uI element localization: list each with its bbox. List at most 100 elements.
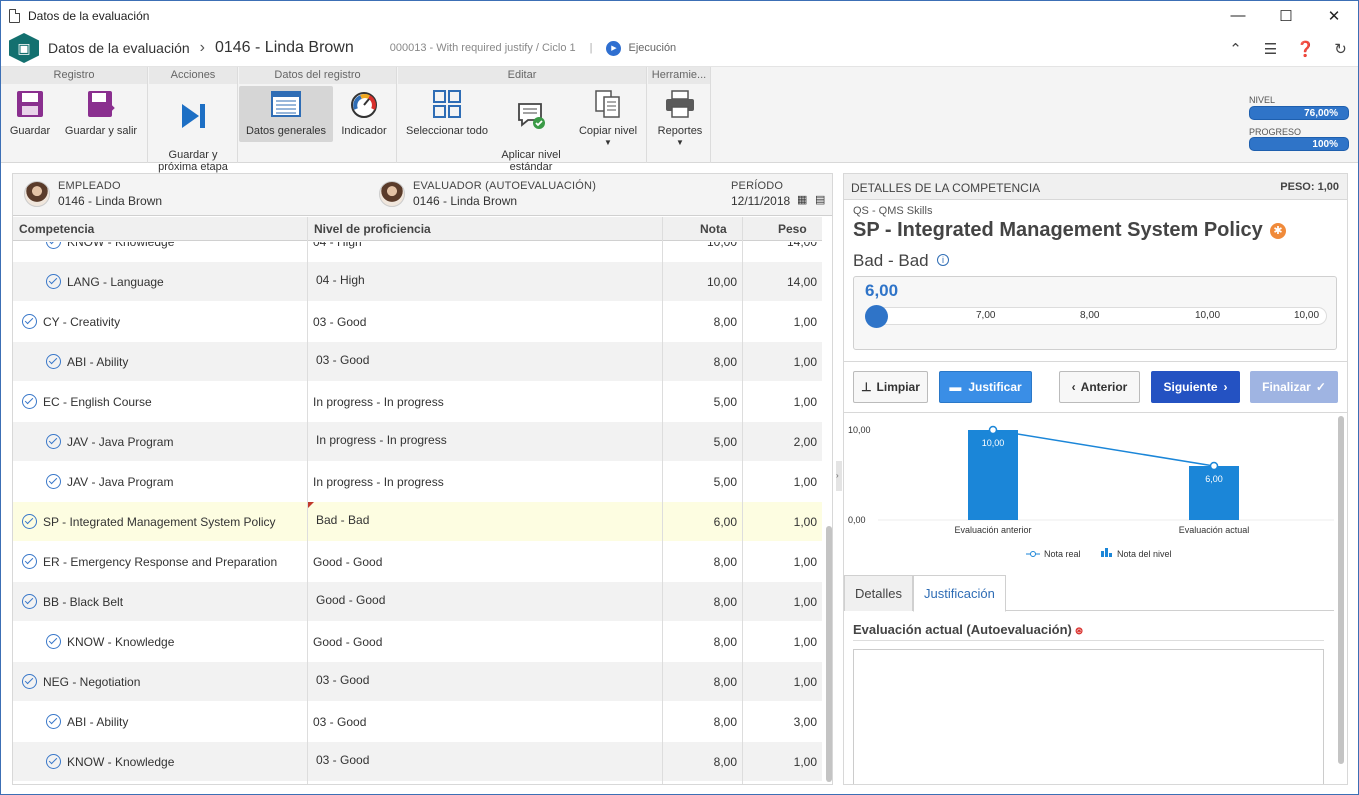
info-icon[interactable]: i bbox=[937, 254, 949, 266]
reports-button[interactable]: Reportes ▼ bbox=[652, 86, 708, 149]
grade-cell: 10,00 bbox=[706, 242, 737, 249]
play-icon: ▶ bbox=[606, 40, 622, 56]
save-button[interactable]: Guardar bbox=[5, 86, 55, 137]
tab-justification[interactable]: Justificación bbox=[913, 575, 1006, 612]
indicator-button[interactable]: Indicador bbox=[337, 86, 391, 137]
comment-icon[interactable]: ▤ bbox=[815, 193, 825, 206]
col-weight[interactable]: Peso bbox=[778, 222, 807, 236]
table-row[interactable]: JAV - Java Program In progress - In progr… bbox=[13, 422, 822, 462]
general-data-button[interactable]: Datos generales bbox=[239, 86, 333, 142]
previous-label: Anterior bbox=[1080, 380, 1128, 394]
legend-bar-icon bbox=[1109, 553, 1112, 557]
justify-label: Justificar bbox=[968, 380, 1022, 394]
table-scrollbar[interactable] bbox=[826, 526, 832, 782]
copy-icon bbox=[593, 89, 623, 119]
refresh-icon[interactable]: ↻ bbox=[1323, 40, 1358, 58]
level-cell[interactable]: 03 - Good bbox=[313, 302, 366, 342]
y-tick-label: 10,00 bbox=[848, 425, 871, 435]
level-cell[interactable]: 03 - Good bbox=[316, 660, 369, 700]
table-row[interactable]: ER - Emergency Response and Preparation G… bbox=[13, 542, 822, 582]
progress-label: PROGRESO bbox=[1249, 127, 1302, 137]
level-cell[interactable]: In progress - In progress bbox=[316, 420, 447, 460]
details-scrollbar[interactable] bbox=[1338, 416, 1344, 764]
copy-level-label: Copiar nivel bbox=[578, 125, 638, 137]
competency-cell: JAV - Java Program bbox=[46, 422, 173, 462]
copy-level-button[interactable]: Copiar nivel ▼ bbox=[574, 86, 642, 149]
ribbon-group-registro: Registro Guardar Guardar y salir bbox=[1, 67, 148, 163]
ribbon-toolbar: Registro Guardar Guardar y salir Accione… bbox=[1, 67, 1358, 173]
table-row[interactable]: NEG - Negotiation 03 - Good 8,00 1,00 bbox=[13, 662, 822, 702]
col-grade[interactable]: Nota bbox=[700, 222, 727, 236]
table-row[interactable]: EC - English Course In progress - In prog… bbox=[13, 382, 822, 422]
select-all-button[interactable]: Seleccionar todo bbox=[403, 86, 491, 137]
competency-cell: ABI - Ability bbox=[46, 342, 128, 382]
level-cell[interactable]: 03 - Good bbox=[316, 340, 369, 380]
level-cell[interactable]: In progress - In progress bbox=[313, 462, 444, 502]
help-icon[interactable]: ❓ bbox=[1288, 40, 1323, 58]
weight-cell: 1,00 bbox=[793, 635, 817, 649]
finish-button[interactable]: Finalizar ✓ bbox=[1250, 371, 1338, 403]
level-cell[interactable]: 03 - Good bbox=[316, 740, 369, 780]
weight-cell: 1,00 bbox=[793, 675, 817, 689]
clear-button[interactable]: ⊥ Limpiar bbox=[853, 371, 928, 403]
grade-cell: 8,00 bbox=[713, 315, 737, 329]
list-icon[interactable]: ☰ bbox=[1253, 40, 1288, 58]
competency-name: CY - Creativity bbox=[43, 315, 121, 329]
close-button[interactable]: ✕ bbox=[1310, 1, 1358, 30]
col-level[interactable]: Nivel de proficiencia bbox=[314, 222, 431, 236]
table-row[interactable]: BB - Black Belt Good - Good 8,00 1,00 bbox=[13, 582, 822, 622]
next-button[interactable]: Siguiente › bbox=[1151, 371, 1240, 403]
splitter-handle[interactable]: › bbox=[836, 461, 842, 491]
level-cell[interactable]: Good - Good bbox=[316, 580, 385, 620]
table-row[interactable]: LANG - Language 04 - High 10,00 14,00 bbox=[13, 262, 822, 302]
competency-name: ABI - Ability bbox=[67, 355, 129, 369]
level-cell[interactable]: 04 - High bbox=[313, 242, 362, 262]
score-slider-handle[interactable] bbox=[865, 305, 888, 328]
level-cell[interactable]: 03 - Good bbox=[313, 702, 366, 742]
table-row[interactable]: CY - Creativity 03 - Good 8,00 1,00 bbox=[13, 302, 822, 342]
table-row[interactable]: KNOW - Knowledge 03 - Good 8,00 1,00 bbox=[13, 742, 822, 782]
divider: | bbox=[589, 42, 593, 54]
level-cell[interactable]: Bad - Bad bbox=[316, 500, 369, 540]
save-next-step-button[interactable]: Guardar y próxima etapa bbox=[151, 86, 235, 185]
table-row[interactable]: JAV - Java Program In progress - In progr… bbox=[13, 462, 822, 502]
tab-details[interactable]: Detalles bbox=[844, 575, 913, 611]
check-circle-icon bbox=[46, 754, 61, 770]
apply-standard-level-button[interactable]: Aplicar nivel estándar bbox=[496, 86, 566, 185]
level-cell[interactable]: 04 - High bbox=[316, 260, 365, 300]
score-value: 6,00 bbox=[865, 281, 899, 300]
col-competency[interactable]: Competencia bbox=[19, 222, 94, 236]
grade-cell: 5,00 bbox=[713, 395, 737, 409]
legend-point-icon bbox=[1030, 551, 1036, 557]
breadcrumb-root[interactable]: Datos de la evaluación bbox=[48, 40, 190, 56]
level-cell[interactable]: In progress - In progress bbox=[313, 382, 444, 422]
save-exit-button[interactable]: Guardar y salir bbox=[61, 86, 141, 137]
grade-cell: 8,00 bbox=[713, 755, 737, 769]
ribbon-group-datos: Datos del registro Datos generales Indic… bbox=[239, 67, 397, 163]
group-title: Herramie... bbox=[648, 67, 710, 84]
minimize-button[interactable]: — bbox=[1214, 1, 1262, 30]
slider-tick: 8,00 bbox=[1080, 310, 1100, 321]
indicator-label: Indicador bbox=[341, 125, 387, 137]
competency-name: ABI - Ability bbox=[67, 715, 129, 729]
table-row-selected[interactable]: SP - Integrated Management System Policy… bbox=[13, 502, 822, 542]
grade-cell: 6,00 bbox=[713, 515, 737, 529]
employee-label: EMPLEADO bbox=[58, 180, 121, 192]
finish-label: Finalizar bbox=[1262, 380, 1311, 394]
level-cell[interactable]: Good - Good bbox=[313, 622, 382, 662]
weight-cell: 1,00 bbox=[793, 355, 817, 369]
collapse-icon[interactable]: ⌃ bbox=[1218, 40, 1253, 58]
competency-cell: ABI - Ability bbox=[46, 702, 128, 742]
justification-textarea[interactable] bbox=[853, 649, 1324, 784]
table-row[interactable]: ABI - Ability 03 - Good 8,00 1,00 bbox=[13, 342, 822, 382]
maximize-button[interactable]: ☐ bbox=[1262, 1, 1310, 30]
calendar-icon[interactable]: ▦ bbox=[797, 193, 807, 206]
table-row[interactable]: KNOW - Knowledge Good - Good 8,00 1,00 bbox=[13, 622, 822, 662]
grade-cell: 8,00 bbox=[713, 675, 737, 689]
previous-button[interactable]: ‹ Anterior bbox=[1059, 371, 1140, 403]
competency-cell: SP - Integrated Management System Policy bbox=[22, 502, 276, 542]
table-row[interactable]: ABI - Ability 03 - Good 8,00 3,00 bbox=[13, 702, 822, 742]
justify-button[interactable]: ▬ Justificar bbox=[939, 371, 1032, 403]
level-cell[interactable]: Good - Good bbox=[313, 542, 382, 582]
table-row[interactable]: KNOW - Knowledge 04 - High 10,00 14,00 bbox=[13, 242, 822, 262]
